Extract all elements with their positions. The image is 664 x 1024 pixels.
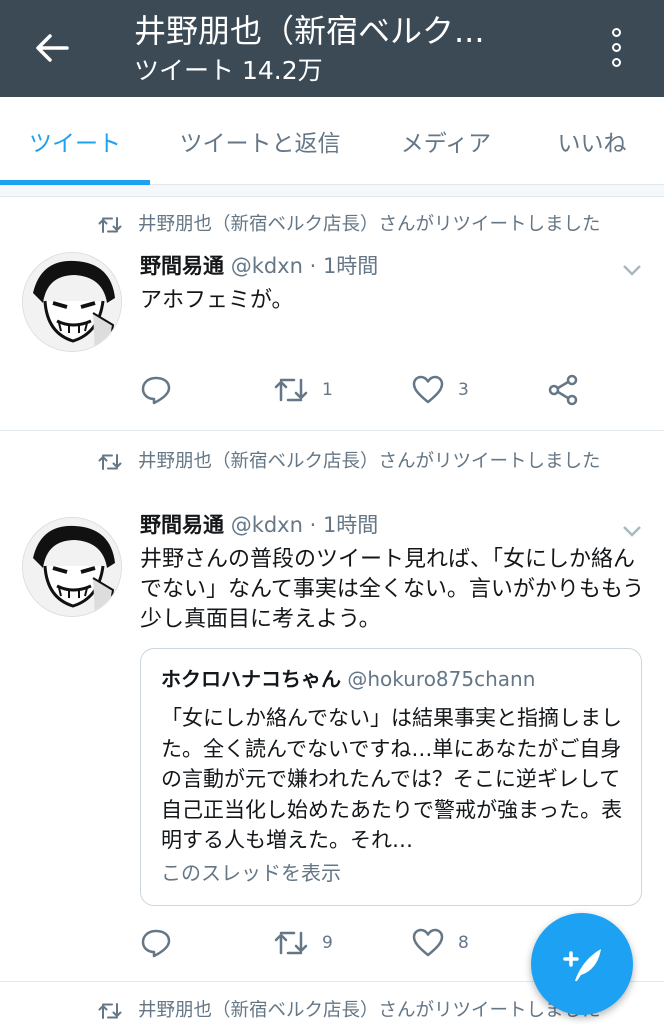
- reply-button[interactable]: [140, 923, 186, 963]
- tweet-actions: 1 3: [140, 370, 600, 410]
- retweet-button[interactable]: 9: [274, 923, 333, 963]
- reply-icon: [141, 929, 171, 958]
- tabs-separator: [0, 185, 664, 197]
- arrow-left-icon: [36, 34, 69, 62]
- avatar[interactable]: [22, 252, 122, 352]
- retweet-icon: [98, 449, 126, 475]
- reply-icon: [141, 376, 171, 405]
- retweet-icon: [274, 378, 308, 402]
- back-button[interactable]: [30, 26, 74, 70]
- show-thread-link[interactable]: このスレッドを表示: [161, 857, 341, 886]
- app-bar: 井野朋也（新宿ベルク... ツイート 14.2万: [0, 0, 664, 97]
- quoted-author-name: ホクロハナコちゃん: [161, 667, 341, 691]
- tweet[interactable]: 井野朋也（新宿ベルク店長）さんがリツイートしました 野間易通 @kdxn · 1…: [0, 198, 664, 430]
- tab-tweets[interactable]: ツイート: [0, 97, 150, 185]
- tweet-text: 井野さんの普段のツイート見れば、「女にしか絡んでない」なんて事実は全くない。言い…: [140, 547, 645, 632]
- heart-icon: [412, 375, 444, 404]
- share-button[interactable]: [548, 370, 580, 410]
- retweet-icon: [274, 931, 308, 955]
- retweet-button[interactable]: 1: [274, 370, 333, 410]
- author-name[interactable]: 野間易通: [140, 254, 224, 278]
- reply-button[interactable]: [140, 370, 186, 410]
- heart-icon: [412, 928, 444, 957]
- retweet-notice: 井野朋也（新宿ベルク店長）さんがリツイートしました: [138, 451, 601, 472]
- tweet[interactable]: 井野朋也（新宿ベルク店長）さんがリツイートしました 野間易通 @kdxn · 1…: [0, 431, 664, 981]
- compose-tweet-button[interactable]: [531, 913, 633, 1015]
- tweet-count: ツイート 14.2万: [134, 56, 323, 85]
- retweet-icon: [98, 212, 126, 238]
- like-count: 8: [458, 933, 469, 953]
- retweet-count: 9: [322, 933, 333, 953]
- tab-likes[interactable]: いいね: [530, 97, 654, 185]
- like-button[interactable]: 3: [412, 370, 469, 410]
- quoted-author-handle: @hokuro875chann: [347, 667, 536, 691]
- tab-tweets-and-replies[interactable]: ツイートと返信: [160, 97, 360, 185]
- tab-media[interactable]: メディア: [378, 97, 514, 185]
- retweet-icon: [98, 998, 126, 1024]
- quoted-tweet-text: 「女にしか絡んでない」は結果事実と指摘しました。全く読んでないですね…単にあなた…: [161, 706, 623, 852]
- compose-tweet-icon: [563, 949, 601, 981]
- profile-tabs: ツイート ツイートと返信 メディア いいね: [0, 97, 664, 185]
- chevron-down-icon[interactable]: [620, 258, 644, 282]
- retweet-count: 1: [322, 380, 333, 400]
- share-icon: [548, 374, 578, 406]
- more-vertical-icon[interactable]: [596, 22, 636, 72]
- like-button[interactable]: 8: [412, 923, 469, 963]
- retweet-notice: 井野朋也（新宿ベルク店長）さんがリツイートしました: [138, 214, 601, 235]
- like-count: 3: [458, 380, 469, 400]
- chevron-down-icon[interactable]: [620, 519, 644, 543]
- author-meta: @kdxn · 1時間: [230, 254, 379, 278]
- author-name[interactable]: 野間易通: [140, 513, 224, 537]
- avatar[interactable]: [22, 517, 122, 617]
- tweet-text: アホフェミが。: [140, 288, 294, 313]
- author-meta: @kdxn · 1時間: [230, 513, 379, 537]
- profile-title: 井野朋也（新宿ベルク...: [134, 12, 485, 50]
- quoted-tweet[interactable]: ホクロハナコちゃん @hokuro875chann 「女にしか絡んでない」は結果…: [140, 648, 642, 906]
